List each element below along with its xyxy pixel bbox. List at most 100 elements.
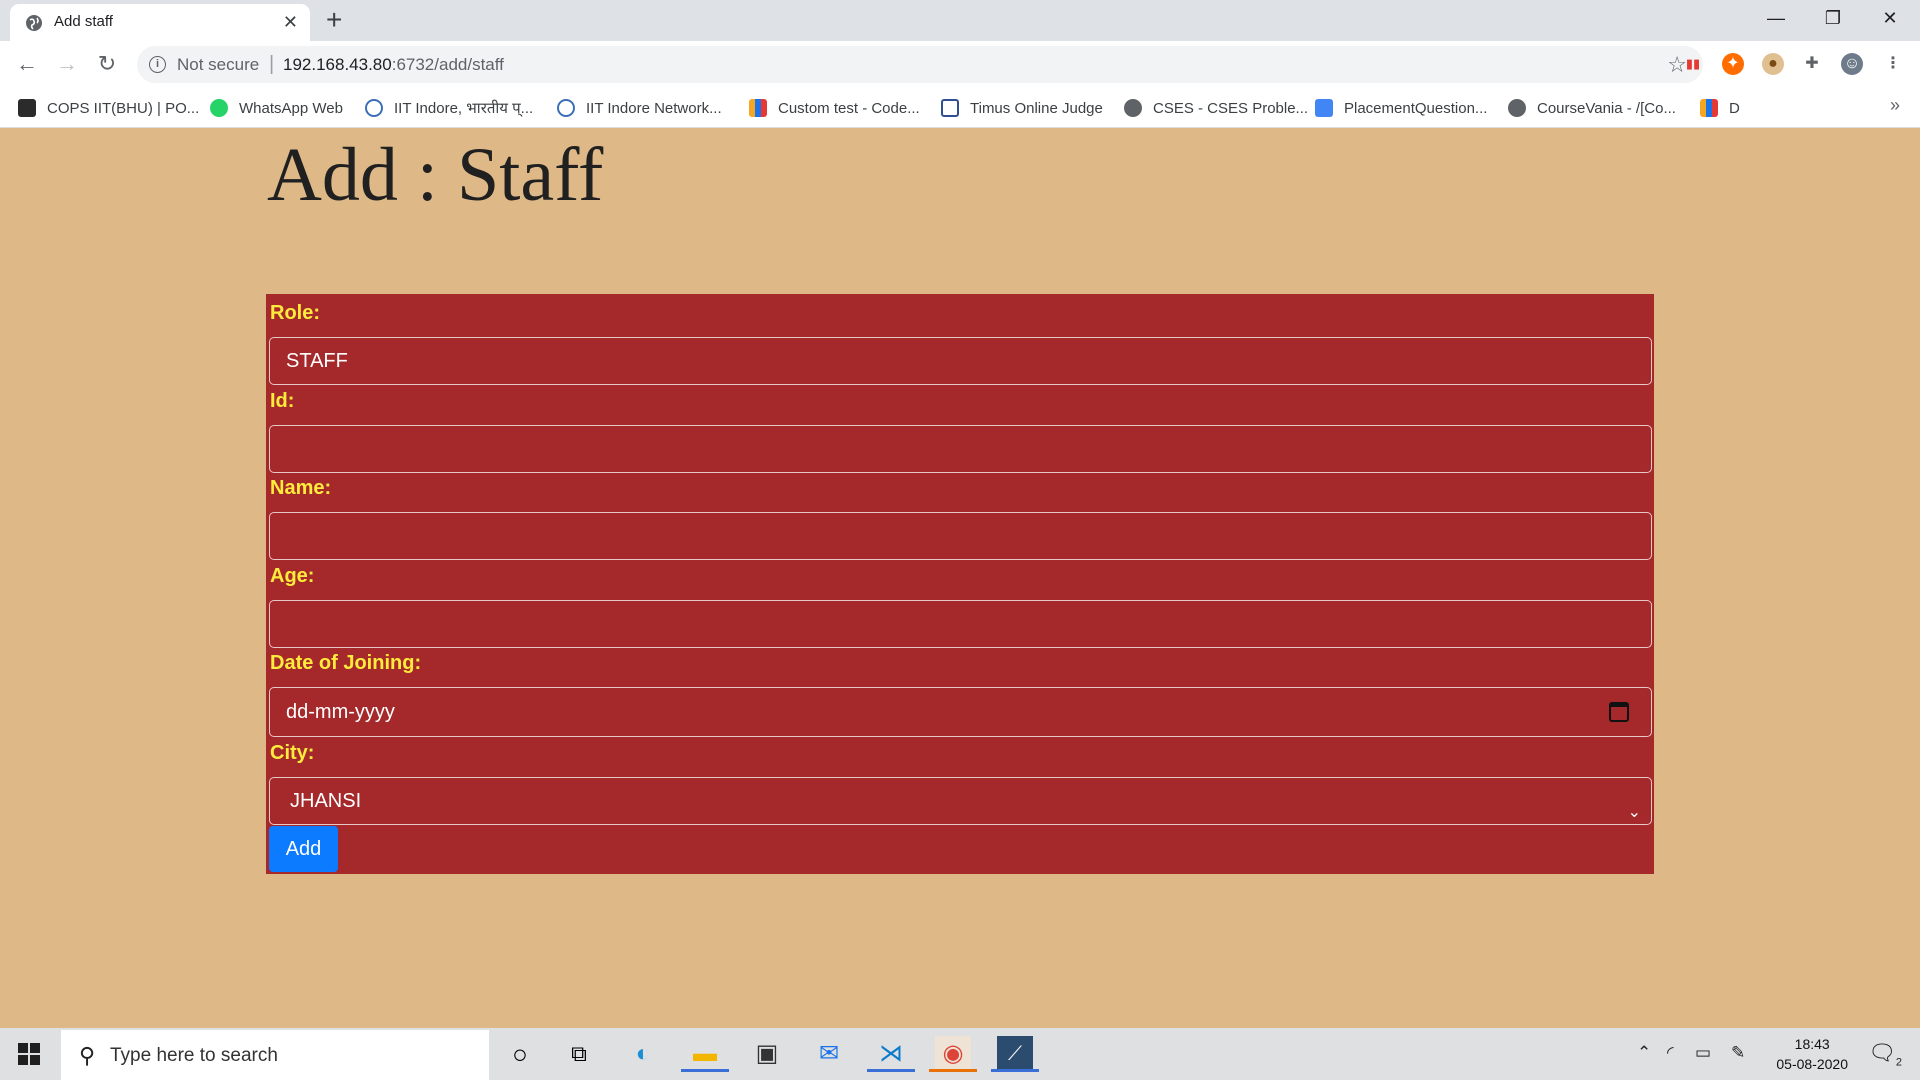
page-title: Add : Staff xyxy=(267,133,604,217)
role-value: STAFF xyxy=(286,350,348,372)
address-bar[interactable]: i Not secure | 192.168.43.80:6732/add/st… xyxy=(137,46,1703,83)
bookmark-item[interactable]: D xyxy=(1700,96,1740,120)
windows-start-icon[interactable] xyxy=(18,1043,40,1065)
add-button[interactable]: Add xyxy=(269,826,338,872)
url-separator: | xyxy=(269,53,275,75)
bookmark-item[interactable]: Timus Online Judge xyxy=(941,96,1103,120)
extensions-puzzle-icon[interactable]: ✚ xyxy=(1801,53,1823,75)
profile-avatar[interactable]: ☺ xyxy=(1841,53,1863,75)
role-label: Role: xyxy=(270,302,320,324)
date-of-joining-field[interactable]: dd-mm-yyyy xyxy=(269,687,1652,737)
bookmark-label: PlacementQuestion... xyxy=(1344,99,1488,117)
minimize-button[interactable]: — xyxy=(1753,6,1799,30)
system-clock[interactable]: 18:43 05-08-2020 xyxy=(1776,1034,1848,1074)
id-field[interactable] xyxy=(269,425,1652,473)
store-icon[interactable]: ▣ xyxy=(749,1036,785,1072)
windows-taskbar: ⚲ Type here to search ○ ⧉ ◐ ▬ ▣ ✉ ⋊ ◉ ⟋ … xyxy=(0,1028,1920,1080)
pen-icon[interactable]: ✎ xyxy=(1731,1043,1745,1063)
globe-icon xyxy=(26,15,42,31)
bookmark-item[interactable]: IIT Indore, भारतीय प्... xyxy=(365,96,533,120)
battery-icon[interactable]: ▭ xyxy=(1695,1043,1711,1063)
bookmarks-bar: COPS IIT(BHU) | PO... WhatsApp Web IIT I… xyxy=(0,88,1920,128)
security-status[interactable]: Not secure xyxy=(177,55,259,75)
file-explorer-icon[interactable]: ▬ xyxy=(681,1036,729,1072)
bookmark-label: IIT Indore, भारतीय प्... xyxy=(394,100,534,117)
bookmark-item[interactable]: CSES - CSES Proble... xyxy=(1124,96,1308,120)
bookmarks-overflow-button[interactable]: » xyxy=(1890,95,1900,116)
codeforces-icon xyxy=(749,99,767,117)
bookmark-label: CourseVania - /[Co... xyxy=(1537,99,1676,117)
bookmark-label: CSES - CSES Proble... xyxy=(1153,99,1309,117)
bookmark-item[interactable]: COPS IIT(BHU) | PO... xyxy=(18,96,199,120)
whatsapp-icon xyxy=(210,99,228,117)
role-field[interactable]: STAFF xyxy=(269,337,1652,385)
taskbar-search-box[interactable]: ⚲ Type here to search xyxy=(61,1030,489,1080)
browser-toolbar: ← → ↻ i Not secure | 192.168.43.80:6732/… xyxy=(0,41,1920,88)
close-window-button[interactable]: ✕ xyxy=(1867,6,1913,30)
tab-title: Add staff xyxy=(54,13,113,30)
bookmark-item[interactable]: Custom test - Code... xyxy=(749,96,920,120)
date-placeholder: dd-mm-yyyy xyxy=(286,701,395,723)
search-icon: ⚲ xyxy=(79,1043,96,1068)
wifi-icon[interactable]: ◜ xyxy=(1667,1043,1674,1063)
bookmark-label: Timus Online Judge xyxy=(970,99,1103,117)
menu-kebab-icon[interactable]: ⋮ xyxy=(1882,53,1904,75)
browser-tab[interactable]: Add staff ✕ xyxy=(10,4,310,41)
bookmark-item[interactable]: IIT Indore Network... xyxy=(557,96,722,120)
url-host: 192.168.43.80 xyxy=(283,55,392,74)
id-label: Id: xyxy=(270,390,295,412)
chrome-icon[interactable]: ◉ xyxy=(929,1036,977,1072)
tab-strip: Add staff ✕ + — ❐ ✕ xyxy=(0,0,1920,41)
info-icon[interactable]: i xyxy=(149,56,166,73)
bookmark-label: Custom test - Code... xyxy=(778,99,920,117)
globe-icon xyxy=(1124,99,1142,117)
url-path: :6732/add/staff xyxy=(391,55,504,74)
city-selected-value: JHANSI xyxy=(290,790,362,812)
calendar-icon[interactable] xyxy=(1609,702,1629,722)
show-hidden-icons-chevron-icon[interactable]: ⌃ xyxy=(1637,1043,1651,1063)
forward-arrow-icon[interactable]: → xyxy=(53,51,81,79)
timus-icon xyxy=(941,99,959,117)
search-placeholder: Type here to search xyxy=(110,1045,278,1066)
extension-orange-icon[interactable]: ✦ xyxy=(1722,53,1744,75)
vscode-icon[interactable]: ⋊ xyxy=(867,1036,915,1072)
extension-bars-icon[interactable]: ▮▮ xyxy=(1682,53,1704,75)
workbench-icon[interactable]: ⟋ xyxy=(991,1036,1039,1072)
chevron-down-icon: ⌄ xyxy=(1627,804,1641,821)
bookmark-item[interactable]: PlacementQuestion... xyxy=(1315,96,1487,120)
clock-date: 05-08-2020 xyxy=(1776,1056,1848,1072)
cortana-icon[interactable]: ○ xyxy=(502,1036,538,1072)
url-text[interactable]: 192.168.43.80:6732/add/staff xyxy=(283,55,504,75)
globe-icon xyxy=(1508,99,1526,117)
notification-center-icon[interactable]: 🗨2 xyxy=(1868,1040,1902,1068)
google-docs-icon xyxy=(1315,99,1333,117)
age-label: Age: xyxy=(270,565,315,587)
task-view-icon[interactable]: ⧉ xyxy=(561,1036,597,1072)
iit-indore-icon xyxy=(557,99,575,117)
new-tab-button[interactable]: + xyxy=(326,6,342,34)
bookmark-label: D xyxy=(1729,99,1740,117)
date-of-joining-label: Date of Joining: xyxy=(270,652,422,674)
extension-cookie-icon[interactable]: ● xyxy=(1762,53,1784,75)
bookmark-label: IIT Indore Network... xyxy=(586,99,722,117)
back-arrow-icon[interactable]: ← xyxy=(13,51,41,79)
mail-icon[interactable]: ✉ xyxy=(811,1036,847,1072)
restore-button[interactable]: ❐ xyxy=(1810,6,1856,30)
bookmark-label: COPS IIT(BHU) | PO... xyxy=(47,99,200,117)
bookmark-item[interactable]: WhatsApp Web xyxy=(210,96,343,120)
notification-count: 2 xyxy=(1895,1056,1902,1069)
name-field[interactable] xyxy=(269,512,1652,560)
add-staff-form: Role: STAFF Id: Name: Age: Date of Joini… xyxy=(266,294,1654,874)
codeforces-icon xyxy=(1700,99,1718,117)
age-field[interactable] xyxy=(269,600,1652,648)
city-label: City: xyxy=(270,742,315,764)
edge-icon[interactable]: ◐ xyxy=(625,1036,661,1072)
reload-icon[interactable]: ↻ xyxy=(93,51,121,79)
clock-time: 18:43 xyxy=(1794,1036,1830,1052)
bookmark-item[interactable]: CourseVania - /[Co... xyxy=(1508,96,1676,120)
iit-indore-icon xyxy=(365,99,383,117)
tab-close-icon[interactable]: ✕ xyxy=(283,12,298,32)
city-select[interactable]: JHANSI ⌄ xyxy=(269,777,1652,825)
bookmark-label: WhatsApp Web xyxy=(239,99,343,117)
bookmark-favicon-icon xyxy=(18,99,36,117)
